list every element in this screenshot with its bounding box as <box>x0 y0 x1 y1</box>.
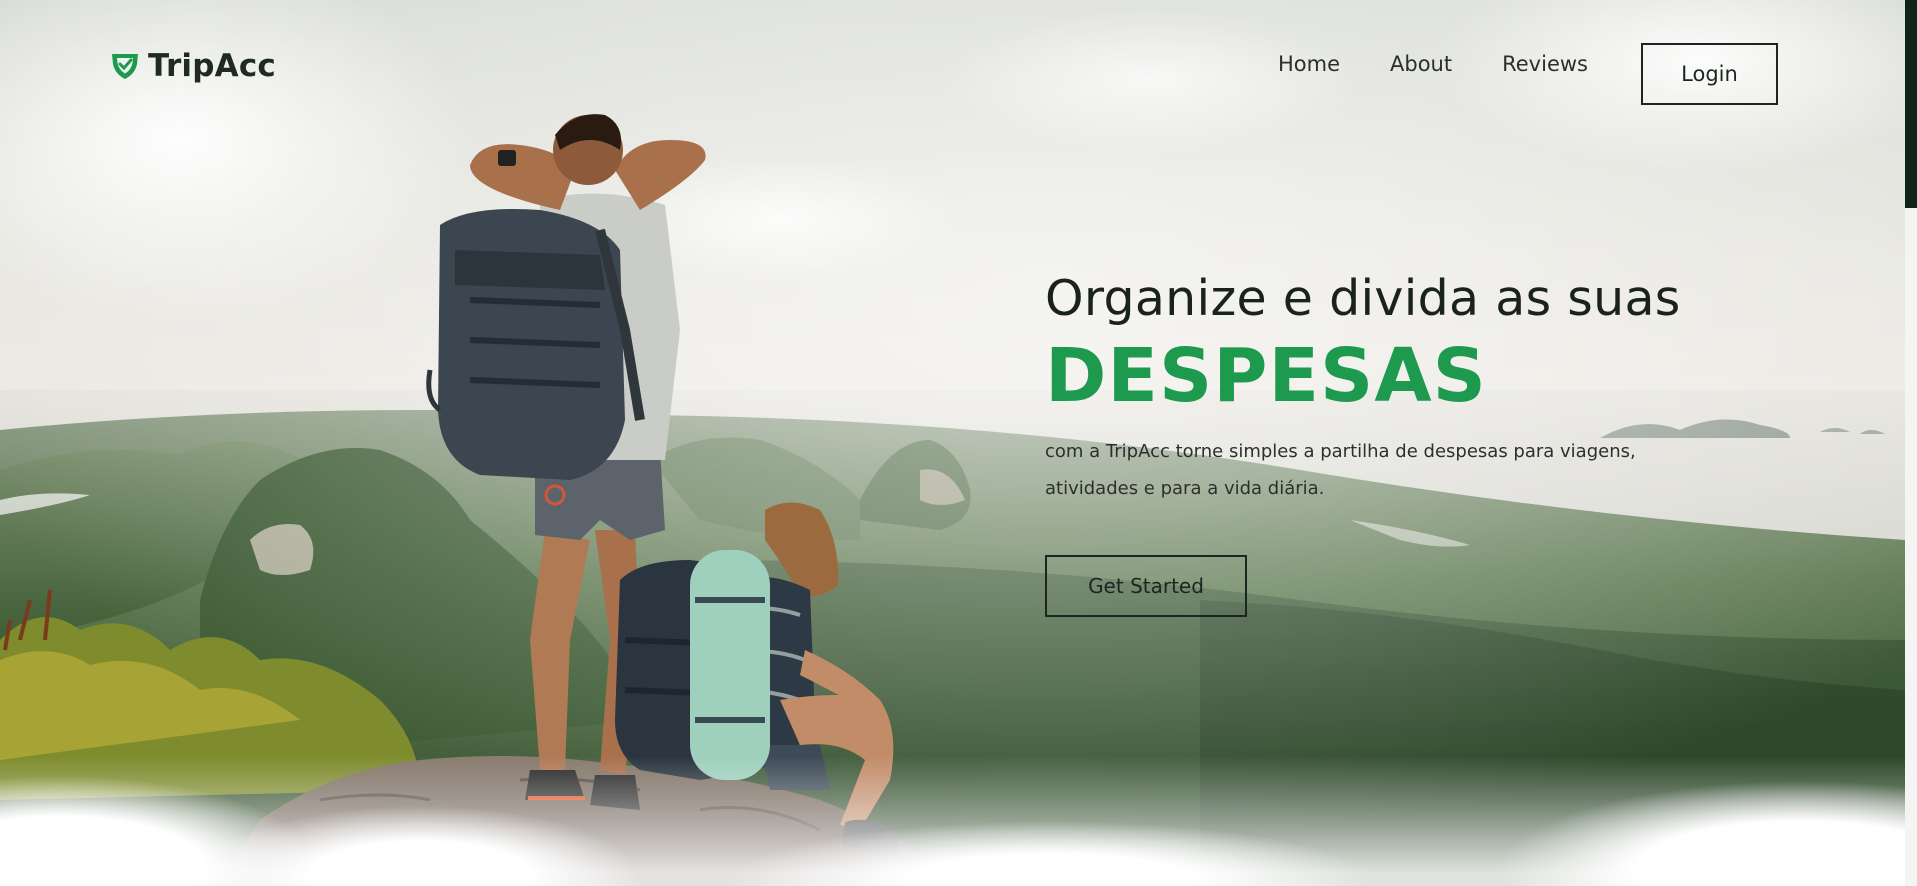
main-nav: Home About Reviews <box>1278 52 1588 76</box>
bottom-fog <box>0 756 1905 886</box>
hero-section: Organize e divida as suas DESPESAS com a… <box>1045 270 1745 617</box>
hero-description: com a TripAcc torne simples a partilha d… <box>1045 441 1636 499</box>
hero-highlight: DESPESAS <box>1045 333 1487 419</box>
login-button[interactable]: Login <box>1641 43 1778 105</box>
get-started-button[interactable]: Get Started <box>1045 555 1247 617</box>
nav-link-home[interactable]: Home <box>1278 52 1340 76</box>
scrollbar-thumb[interactable] <box>1905 0 1917 208</box>
nav-link-about[interactable]: About <box>1390 52 1452 76</box>
nav-link-reviews[interactable]: Reviews <box>1502 52 1588 76</box>
hero-headline: Organize e divida as suas <box>1045 270 1681 327</box>
shield-check-icon <box>112 54 138 79</box>
navbar: TripAcc Home About Reviews Login <box>0 0 1905 130</box>
brand-name: TripAcc <box>148 48 276 84</box>
brand-logo[interactable]: TripAcc <box>110 48 276 84</box>
